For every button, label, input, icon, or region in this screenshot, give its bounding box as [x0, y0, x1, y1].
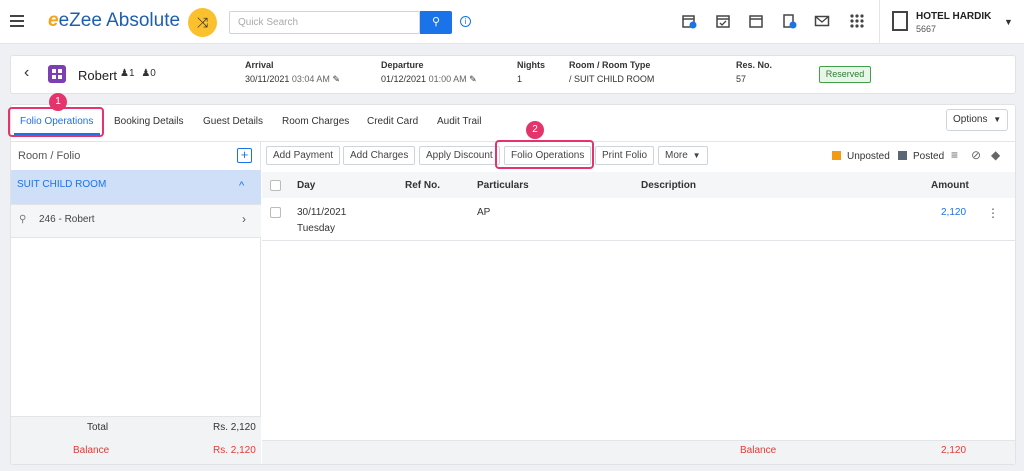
- mail-icon[interactable]: [814, 13, 830, 29]
- tab-audit-trail[interactable]: Audit Trail: [437, 116, 481, 127]
- menu-icon[interactable]: [10, 15, 24, 27]
- balance-label: Balance: [73, 445, 110, 456]
- hotel-code: 5667: [916, 24, 937, 34]
- room-type-label: Room / Room Type: [569, 60, 651, 70]
- add-charges-button[interactable]: Add Charges: [343, 146, 416, 165]
- col-description: Description: [641, 180, 697, 191]
- calendar-add-icon[interactable]: [681, 13, 697, 29]
- apps-grid-icon[interactable]: [849, 13, 865, 29]
- col-amount: Amount: [931, 180, 969, 191]
- hotel-icon: [892, 11, 908, 31]
- add-folio-icon[interactable]: +: [237, 148, 252, 163]
- posted-swatch: [898, 151, 907, 160]
- departure-label: Departure: [381, 60, 424, 70]
- col-day: Day: [297, 180, 316, 191]
- divider: [879, 0, 880, 44]
- row-amount[interactable]: 2,120: [941, 207, 966, 218]
- print-folio-button[interactable]: Print Folio: [595, 146, 655, 165]
- more-vert-icon[interactable]: ⋮: [987, 206, 999, 220]
- folio-name: 246 - Robert: [39, 214, 95, 225]
- adult-icon: ♟: [120, 68, 129, 79]
- chevron-down-icon[interactable]: ▼: [1004, 17, 1013, 27]
- total-label: Total: [87, 422, 109, 433]
- calendar-icon[interactable]: [748, 13, 764, 29]
- room-type-value: / SUIT CHILD ROOM: [569, 74, 655, 84]
- status-badge: Reserved: [819, 66, 871, 83]
- layers-icon[interactable]: ◆: [991, 148, 1000, 162]
- edit-icon[interactable]: ✎: [332, 74, 340, 84]
- select-all-checkbox[interactable]: [270, 180, 281, 191]
- guest-name: Robert: [78, 68, 118, 83]
- table-header: [262, 172, 1015, 198]
- tab-booking-details[interactable]: Booking Details: [114, 116, 183, 127]
- hierarchy-icon: ⚲: [19, 214, 27, 225]
- callout-number: 1: [49, 93, 67, 111]
- highlight-box: [8, 107, 104, 137]
- arrival-label: Arrival: [245, 60, 274, 70]
- caret-down-icon: ▼: [692, 151, 701, 160]
- app-logo[interactable]: eeZee Absolute: [48, 10, 180, 32]
- tab-guest-details[interactable]: Guest Details: [203, 116, 263, 127]
- nights-value: 1: [517, 74, 523, 84]
- res-no-label: Res. No.: [736, 60, 773, 70]
- res-no-value: 57: [736, 74, 747, 84]
- back-arrow-icon[interactable]: ‹: [24, 64, 29, 82]
- info-icon[interactable]: i: [460, 16, 471, 27]
- tab-credit-card[interactable]: Credit Card: [367, 116, 418, 127]
- building-icon: [48, 65, 66, 83]
- row-checkbox[interactable]: [270, 207, 281, 218]
- nights-label: Nights: [517, 60, 545, 70]
- guest-count: ♟1 ♟0: [120, 68, 156, 79]
- balance-label: Balance: [740, 445, 777, 456]
- col-ref: Ref No.: [405, 180, 440, 191]
- balance-footer: [262, 440, 1015, 464]
- search-input[interactable]: Quick Search: [229, 11, 420, 34]
- shuffle-icon[interactable]: ⤨: [188, 8, 217, 37]
- balance-value: Rs. 2,120: [213, 445, 256, 456]
- search-button[interactable]: ⚲: [420, 11, 452, 34]
- calendar-check-icon[interactable]: [715, 13, 731, 29]
- room-folio-header: Room / Folio: [18, 150, 81, 162]
- callout-number: 2: [526, 121, 544, 139]
- table-row[interactable]: [262, 199, 1015, 241]
- balance-value: 2,120: [941, 445, 967, 456]
- chevron-up-icon[interactable]: ^: [239, 180, 244, 192]
- posted-label: Posted: [913, 151, 945, 162]
- col-particulars: Particulars: [477, 180, 529, 191]
- search-icon: ⚲: [431, 16, 441, 28]
- more-button[interactable]: More ▼: [658, 146, 708, 165]
- row-weekday: Tuesday: [297, 223, 335, 234]
- invoice-icon[interactable]: [781, 13, 797, 29]
- hide-icon[interactable]: ⊘: [971, 148, 981, 162]
- apply-discount-button[interactable]: Apply Discount: [419, 146, 500, 165]
- tab-room-charges[interactable]: Room Charges: [282, 116, 349, 127]
- chevron-right-icon[interactable]: ›: [242, 212, 246, 226]
- caret-down-icon: ▼: [993, 115, 1002, 124]
- list-view-icon[interactable]: ≡: [951, 148, 958, 162]
- arrival-value[interactable]: 30/11/2021 03:04 AM ✎: [245, 74, 340, 85]
- row-date: 30/11/2021: [297, 207, 347, 218]
- add-payment-button[interactable]: Add Payment: [266, 146, 341, 165]
- row-particulars: AP: [477, 207, 491, 218]
- unposted-label: Unposted: [847, 151, 890, 162]
- options-dropdown[interactable]: Options ▼: [946, 109, 1008, 131]
- unposted-swatch: [832, 151, 841, 160]
- room-name: SUIT CHILD ROOM: [17, 179, 107, 190]
- child-icon: ♟: [141, 68, 151, 79]
- total-value: Rs. 2,120: [213, 422, 256, 433]
- highlight-box: [495, 140, 594, 169]
- hotel-name[interactable]: HOTEL HARDIK: [916, 11, 991, 22]
- edit-icon[interactable]: ✎: [469, 74, 477, 84]
- departure-value[interactable]: 01/12/2021 01:00 AM ✎: [381, 74, 477, 85]
